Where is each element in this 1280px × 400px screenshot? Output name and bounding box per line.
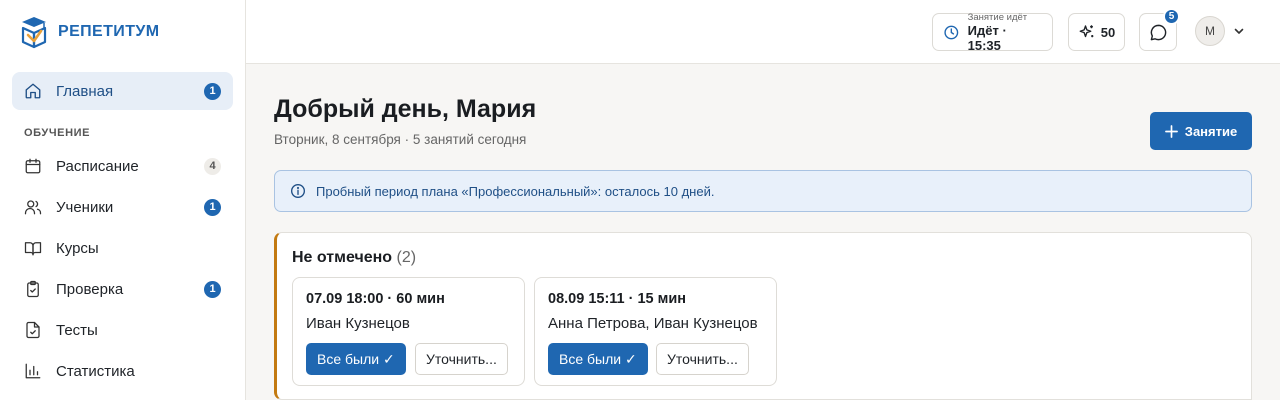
sidebar-item-home[interactable]: Главная 1 xyxy=(12,72,233,110)
lesson-participants: Анна Петрова, Иван Кузнецов xyxy=(548,315,758,332)
sidebar-item-schedule[interactable]: Расписание 4 xyxy=(12,147,233,185)
avatar[interactable]: М xyxy=(1195,16,1225,46)
sidebar-item-review[interactable]: Проверка 1 xyxy=(12,270,233,308)
trial-notice-text: Пробный период плана «Профессиональный»:… xyxy=(316,183,715,199)
message-icon xyxy=(1150,24,1166,40)
lesson-card: 08.09 15:11 · 15 мин Анна Петрова, Иван … xyxy=(534,277,777,386)
brand-logo-icon xyxy=(21,17,47,49)
unmarked-lessons-card: Не отмечено (2) 07.09 18:00 · 60 мин Ива… xyxy=(274,232,1252,400)
section-label-learning: ОБУЧЕНИЕ xyxy=(24,127,91,139)
all-present-button[interactable]: Все были ✓ xyxy=(306,343,406,375)
clock-icon xyxy=(944,25,959,39)
calendar-icon xyxy=(25,158,41,174)
sidebar-item-label: Главная xyxy=(56,82,114,100)
sidebar-item-tests[interactable]: Тесты xyxy=(12,311,233,349)
count-badge: 1 xyxy=(204,198,221,216)
sparkles-icon xyxy=(1079,25,1094,38)
sidebar-item-label: Ученики xyxy=(56,198,114,216)
brand[interactable]: РЕПЕТИТУМ xyxy=(20,14,159,50)
clarify-button[interactable]: Уточнить... xyxy=(656,343,749,375)
count-badge: 4 xyxy=(204,157,221,175)
count-badge: 1 xyxy=(204,280,221,298)
messages-button[interactable]: 5 xyxy=(1139,8,1180,51)
topbar: Занятие идёт Идёт · 15:35 50 5 М xyxy=(246,0,1280,64)
sidebar-item-statistics[interactable]: Статистика xyxy=(12,352,233,390)
lesson-time: 07.09 18:00 · 60 мин xyxy=(306,291,445,307)
sidebar-item-label: Проверка xyxy=(56,280,124,298)
all-present-button[interactable]: Все были ✓ xyxy=(548,343,648,375)
sidebar-item-label: Статистика xyxy=(56,362,135,380)
clipboard-check-icon xyxy=(27,280,39,298)
card-title: Не отмечено (2) xyxy=(292,249,416,267)
points-value: 50 xyxy=(1100,24,1116,40)
sidebar-item-students[interactable]: Ученики 1 xyxy=(12,188,233,226)
file-check-icon xyxy=(26,321,40,339)
clarify-button[interactable]: Уточнить... xyxy=(415,343,508,375)
info-icon xyxy=(291,184,305,198)
count-badge: 1 xyxy=(204,82,221,100)
bar-chart-icon xyxy=(25,363,41,379)
sidebar-item-label: Тесты xyxy=(56,321,98,339)
brand-name: РЕПЕТИТУМ xyxy=(58,23,160,40)
sidebar-item-courses[interactable]: Курсы xyxy=(12,229,233,267)
page-title: Добрый день, Мария xyxy=(274,95,537,123)
chevron-down-icon[interactable] xyxy=(1233,25,1245,37)
card-title-text: Не отмечено xyxy=(292,249,393,266)
lesson-status-caption: Занятие идёт xyxy=(967,11,1028,23)
sidebar-nav: Главная 1 ОБУЧЕНИЕ Расписание 4 Ученики … xyxy=(12,72,233,393)
plus-icon xyxy=(1164,124,1178,138)
points-button[interactable]: 50 xyxy=(1068,13,1125,51)
home-icon xyxy=(25,83,41,99)
add-lesson-label: Занятие xyxy=(1184,123,1238,139)
users-icon xyxy=(24,200,42,215)
lesson-participants: Иван Кузнецов xyxy=(306,315,410,332)
book-icon xyxy=(24,242,42,256)
sidebar-item-label: Расписание xyxy=(56,157,139,175)
card-title-count: (2) xyxy=(396,249,417,266)
messages-badge: 5 xyxy=(1163,8,1180,25)
page-subtitle: Вторник, 8 сентября · 5 занятий сегодня xyxy=(274,132,527,147)
lesson-status-time: Идёт · 15:35 xyxy=(967,22,1007,53)
sidebar-item-label: Курсы xyxy=(56,239,99,257)
lesson-status-button[interactable]: Занятие идёт Идёт · 15:35 xyxy=(932,11,1053,53)
sidebar: РЕПЕТИТУМ Главная 1 ОБУЧЕНИЕ Расписание … xyxy=(0,0,246,400)
trial-notice: Пробный период плана «Профессиональный»:… xyxy=(274,170,1252,212)
add-lesson-button[interactable]: Занятие xyxy=(1150,112,1252,150)
lesson-card: 07.09 18:00 · 60 мин Иван Кузнецов Все б… xyxy=(292,277,525,386)
lesson-time: 08.09 15:11 · 15 мин xyxy=(548,291,687,307)
